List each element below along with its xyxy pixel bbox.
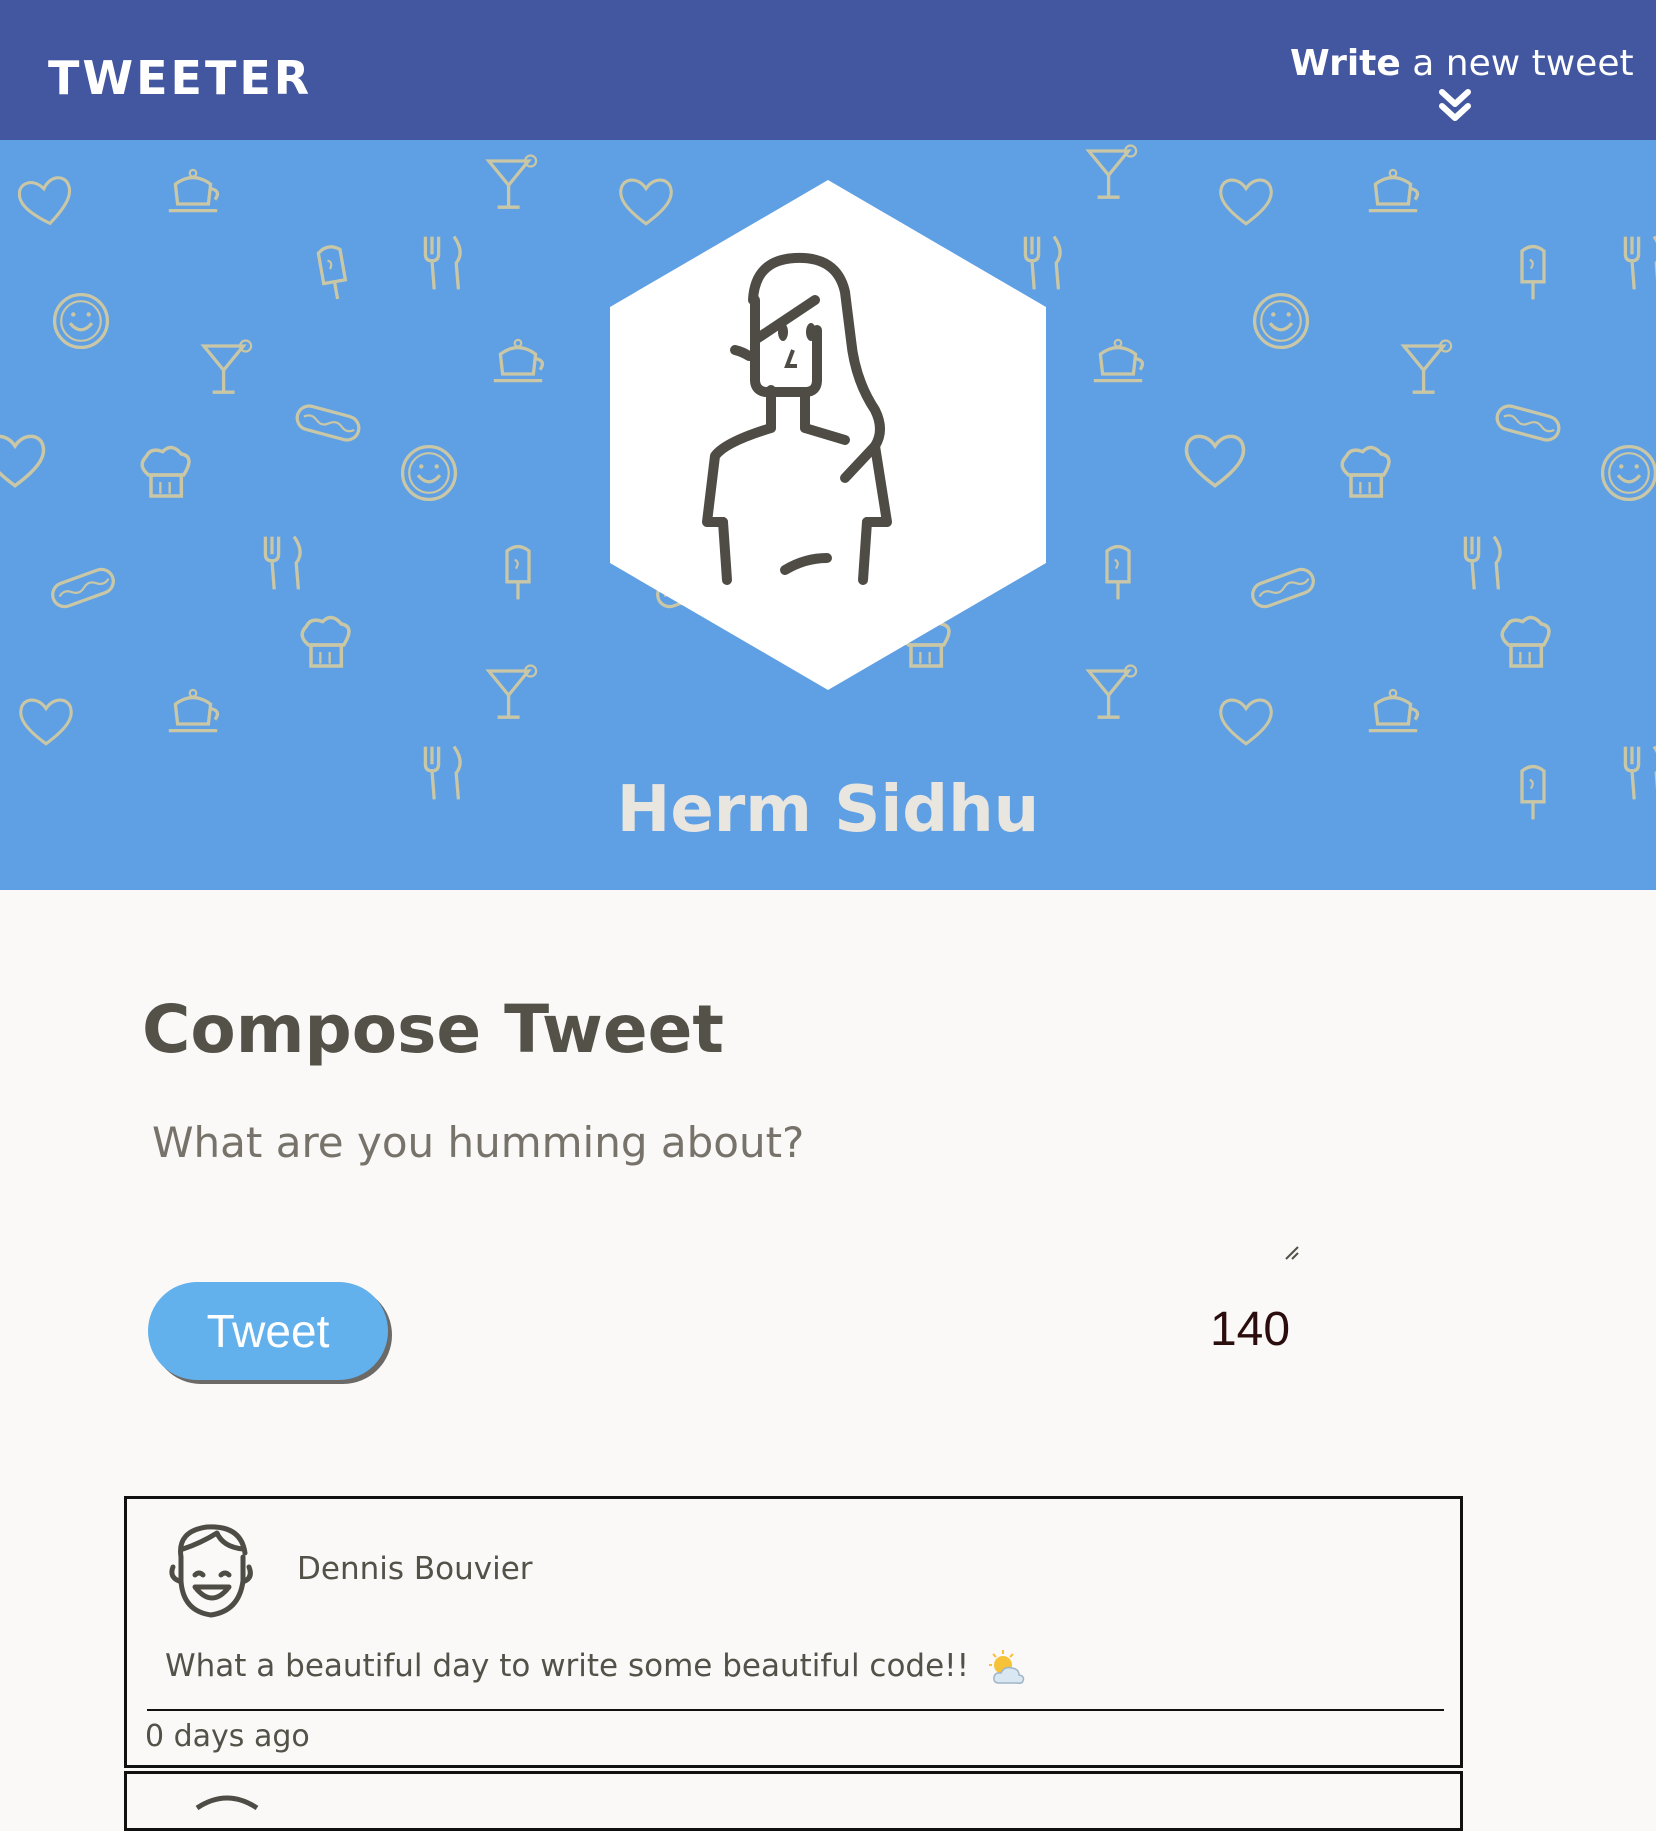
tweet-content: What a beautiful day to write some beaut… (165, 1644, 1027, 1688)
double-chevron-down-icon (1439, 89, 1471, 121)
user-avatar-partial (195, 1795, 259, 1810)
tweet-input[interactable] (142, 1110, 1442, 1255)
tweet-article-next (124, 1771, 1463, 1831)
profile-avatar (610, 180, 1046, 690)
compose-title: Compose Tweet (142, 991, 724, 1068)
brand-logo: TWEETER (48, 51, 313, 105)
sun-behind-cloud-icon (988, 1649, 1025, 1684)
tweet-timestamp: 0 days ago (145, 1719, 310, 1754)
write-label-rest: a new tweet (1412, 43, 1634, 84)
write-new-tweet-label: Write a new tweet (1290, 40, 1634, 88)
tweet-submit-button[interactable]: Tweet (148, 1282, 388, 1380)
compose-section: Compose Tweet (142, 990, 1442, 1255)
top-nav: TWEETER Write a new tweet (0, 0, 1656, 140)
user-avatar (169, 1524, 253, 1618)
write-new-tweet-toggle[interactable]: Write a new tweet (1290, 40, 1634, 130)
tweet-text: What a beautiful day to write some beaut… (165, 1648, 970, 1684)
write-label-bold: Write (1290, 43, 1401, 84)
character-counter: 140 (1209, 1303, 1291, 1356)
tweet-divider (147, 1709, 1444, 1711)
profile-name: Herm Sidhu (616, 773, 1040, 847)
tweet-author-name: Dennis Bouvier (297, 1551, 533, 1587)
profile-header: Herm Sidhu (0, 140, 1656, 890)
tweet-article: Dennis Bouvier What a beautiful day to w… (124, 1496, 1463, 1768)
resize-handle-icon[interactable] (1284, 1245, 1300, 1261)
